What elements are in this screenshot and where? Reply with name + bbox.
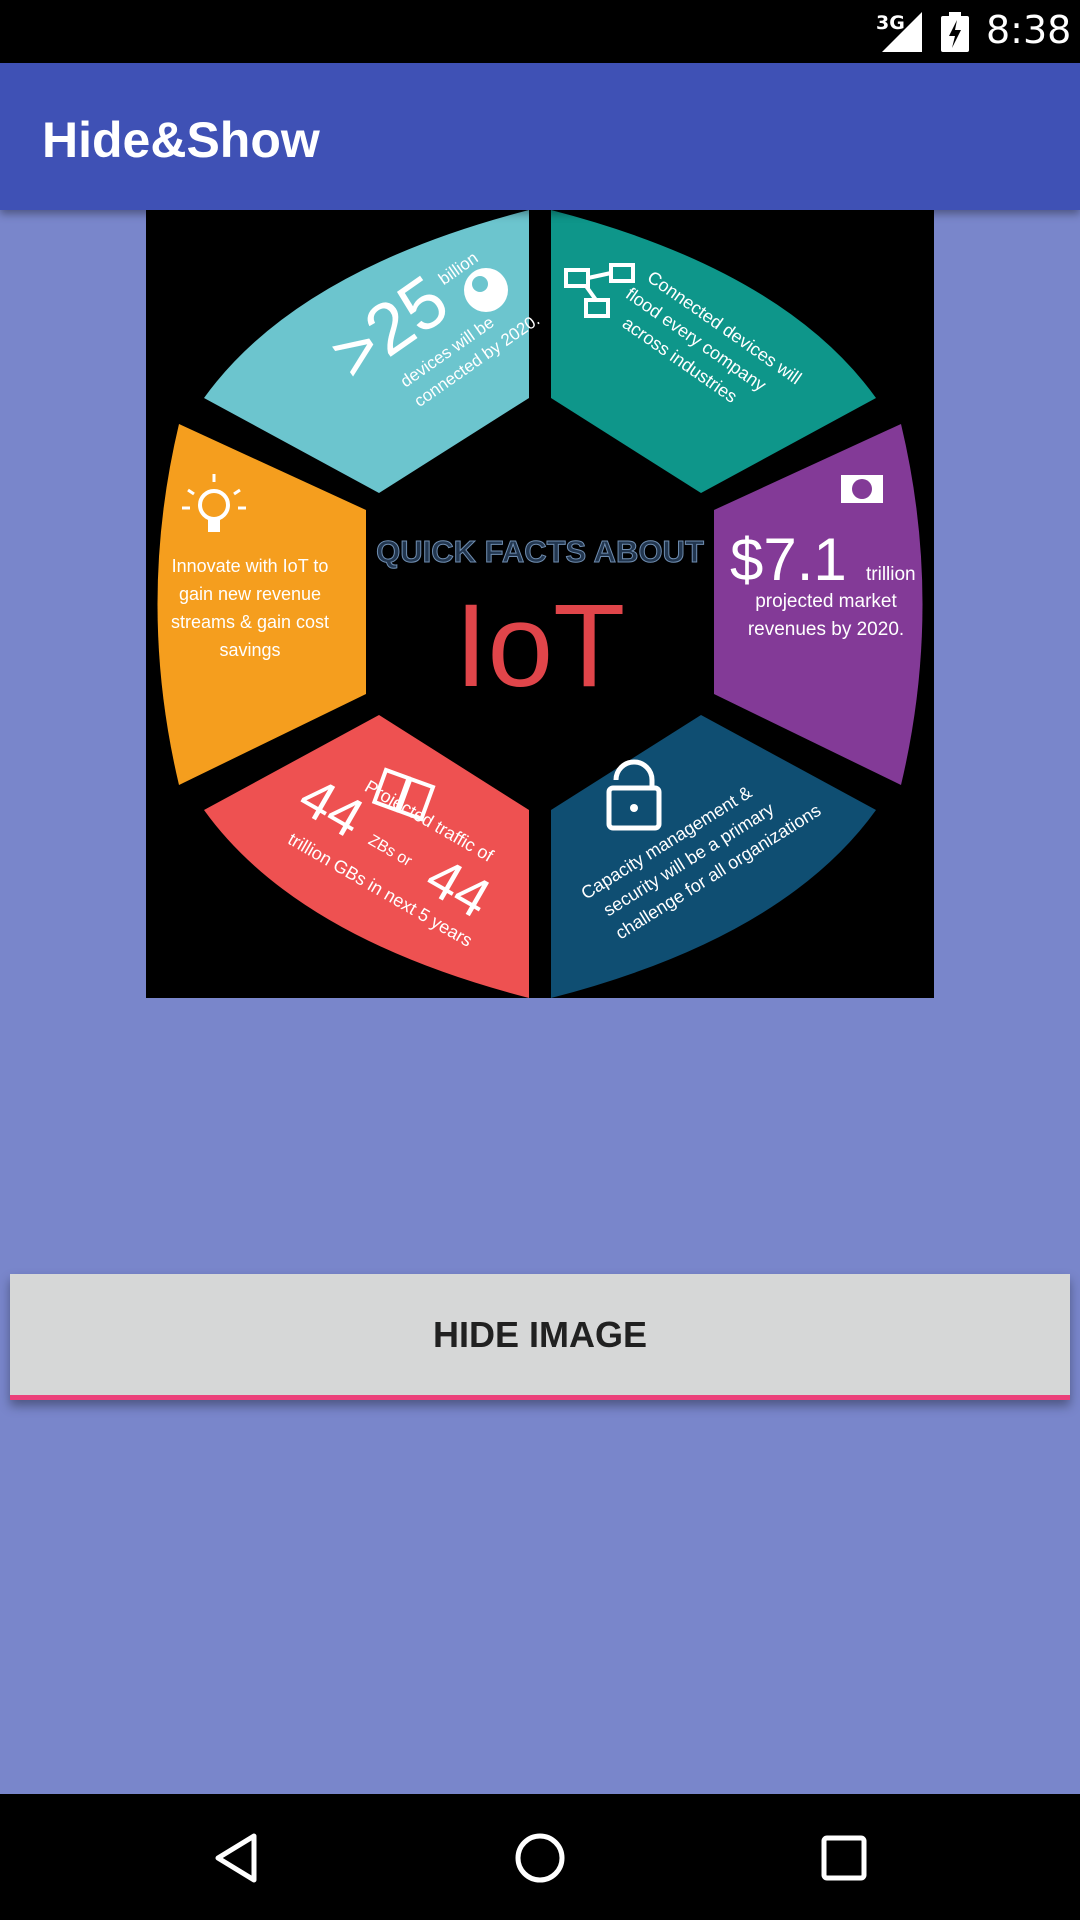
recents-icon[interactable] [814, 1828, 874, 1888]
globe-icon [464, 268, 508, 312]
hide-image-button[interactable]: HIDE IMAGE [10, 1274, 1070, 1400]
segment3-number: $7.1 [730, 526, 847, 593]
app-title: Hide&Show [42, 112, 320, 168]
home-icon[interactable] [510, 1828, 570, 1888]
center-title: IoT [455, 580, 626, 712]
iot-infographic-image: QUICK FACTS ABOUT IoT >25 billion device… [146, 210, 934, 998]
center-heading: QUICK FACTS ABOUT [376, 534, 704, 569]
segment6-line1: Innovate with IoT to [172, 556, 329, 576]
navigation-bar [0, 1794, 1080, 1920]
segment6-line2: gain new revenue [179, 584, 321, 604]
status-bar: 3G 8:38 [0, 0, 1080, 63]
clock: 8:38 [986, 8, 1072, 52]
signal-icon [882, 12, 922, 52]
segment3-unit: trillion [866, 564, 916, 585]
segment6-line3: streams & gain cost [171, 612, 329, 632]
segment3-line1: projected market [755, 591, 897, 612]
battery-icon [941, 12, 969, 52]
infographic-svg: QUICK FACTS ABOUT IoT >25 billion device… [146, 210, 934, 998]
back-icon[interactable] [206, 1828, 266, 1888]
app-bar: Hide&Show [0, 63, 1080, 210]
segment3-line2: revenues by 2020. [748, 619, 904, 640]
money-icon [841, 475, 883, 503]
segment6-line4: savings [219, 640, 280, 660]
